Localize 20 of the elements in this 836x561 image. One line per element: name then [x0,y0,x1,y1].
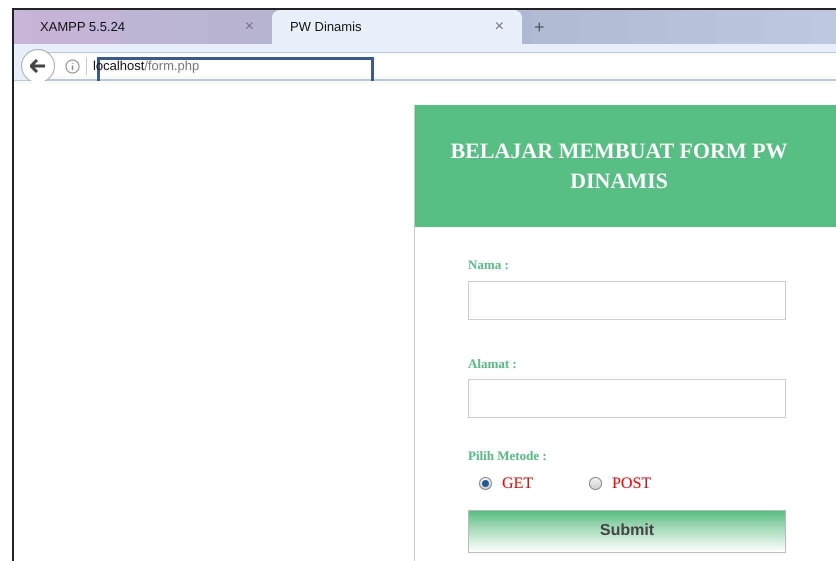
info-icon [65,58,80,74]
text-input[interactable] [468,379,786,418]
tab-title: PW Dinamis [290,18,362,36]
back-arrow-icon [30,59,46,73]
field-label: Nama : [468,256,510,274]
radio-label: GET [502,474,534,494]
close-tab-button[interactable]: × [494,15,504,39]
radio-button[interactable] [589,477,602,490]
new-tab-button[interactable]: + [522,10,557,44]
field-label: Alamat : [468,354,518,372]
form-title: BELAJAR MEMBUAT FORM PW DINAMIS [449,137,789,195]
browser-tab[interactable]: PW Dinamis × [272,10,522,44]
submit-button[interactable]: Submit [468,510,786,552]
text-input[interactable] [468,280,786,320]
radio-button[interactable] [479,477,492,490]
method-label: Pilih Metode : [468,447,548,465]
radio-label: POST [612,474,652,494]
browser-tab[interactable]: XAMPP 5.5.24 × [22,10,272,44]
back-button[interactable] [21,49,55,83]
tab-title: XAMPP 5.5.24 [40,18,126,36]
